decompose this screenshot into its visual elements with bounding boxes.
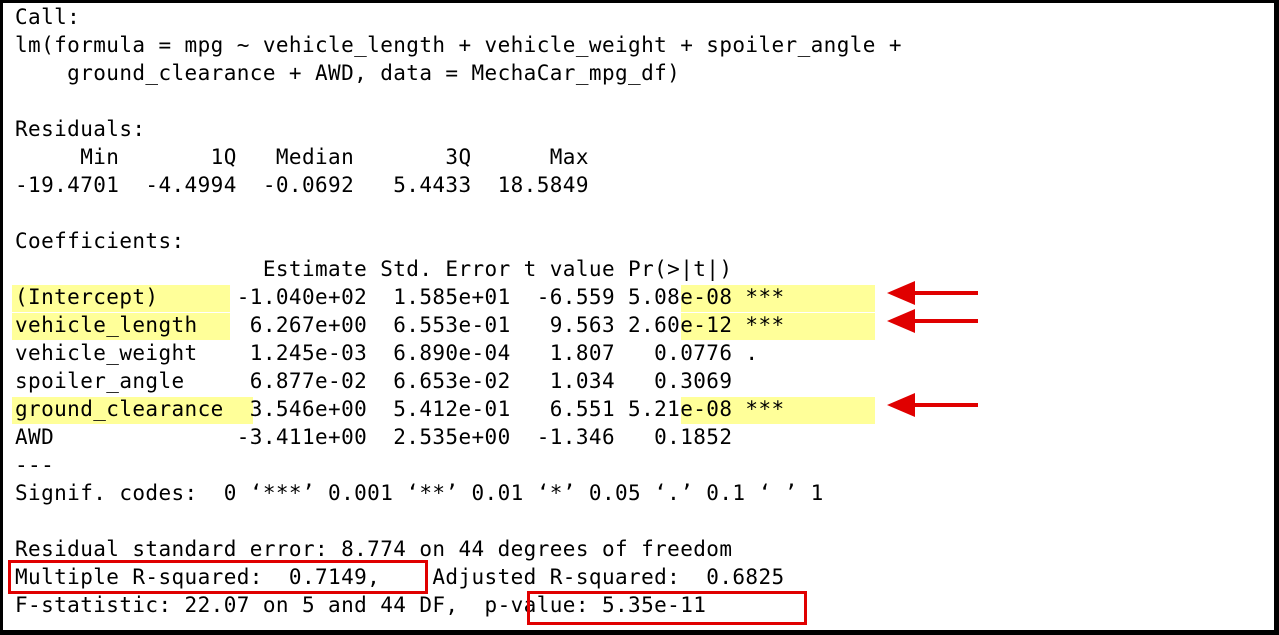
arrow-left-icon [887, 309, 978, 333]
coef-row-intercept: (Intercept) -1.040e+02 1.585e+01 -6.559 … [15, 285, 785, 309]
coef-row-spoiler-angle: spoiler_angle 6.877e-02 6.653e-02 1.034 … [15, 369, 733, 393]
output-line-signif-codes: Signif. codes: 0 ‘***’ 0.001 ‘**’ 0.01 ‘… [15, 481, 824, 505]
p-value-callout-box [527, 591, 807, 625]
console-output-panel: Call: lm(formula = mpg ~ vehicle_length … [3, 3, 1274, 630]
output-line-call-label: Call: [15, 5, 81, 29]
coef-row-vehicle-weight: vehicle_weight 1.245e-03 6.890e-04 1.807… [15, 341, 759, 365]
output-line-formula: lm(formula = mpg ~ vehicle_length + vehi… [15, 33, 902, 57]
output-line-residuals-label: Residuals: [15, 117, 146, 141]
coef-table-header: Estimate Std. Error t value Pr(>|t|) [15, 257, 733, 281]
output-line-residuals-values: -19.4701 -4.4994 -0.0692 5.4433 18.5849 [15, 173, 589, 197]
output-line-residual-se: Residual standard error: 8.774 on 44 deg… [15, 537, 733, 561]
output-line-formula-cont: ground_clearance + AWD, data = MechaCar_… [15, 61, 681, 85]
coef-row-ground-clearance: ground_clearance 3.546e+00 5.412e-01 6.5… [15, 397, 785, 421]
arrow-left-icon [887, 393, 978, 417]
arrow-left-icon [887, 281, 978, 305]
coef-row-vehicle-length: vehicle_length 6.267e+00 6.553e-01 9.563… [15, 313, 785, 337]
coef-row-awd: AWD -3.411e+00 2.535e+00 -1.346 0.1852 [15, 425, 733, 449]
output-line-coefficients-label: Coefficients: [15, 229, 185, 253]
r-squared-callout-box [8, 560, 428, 594]
output-line-separator: --- [15, 453, 55, 477]
output-line-residuals-header: Min 1Q Median 3Q Max [15, 145, 589, 169]
